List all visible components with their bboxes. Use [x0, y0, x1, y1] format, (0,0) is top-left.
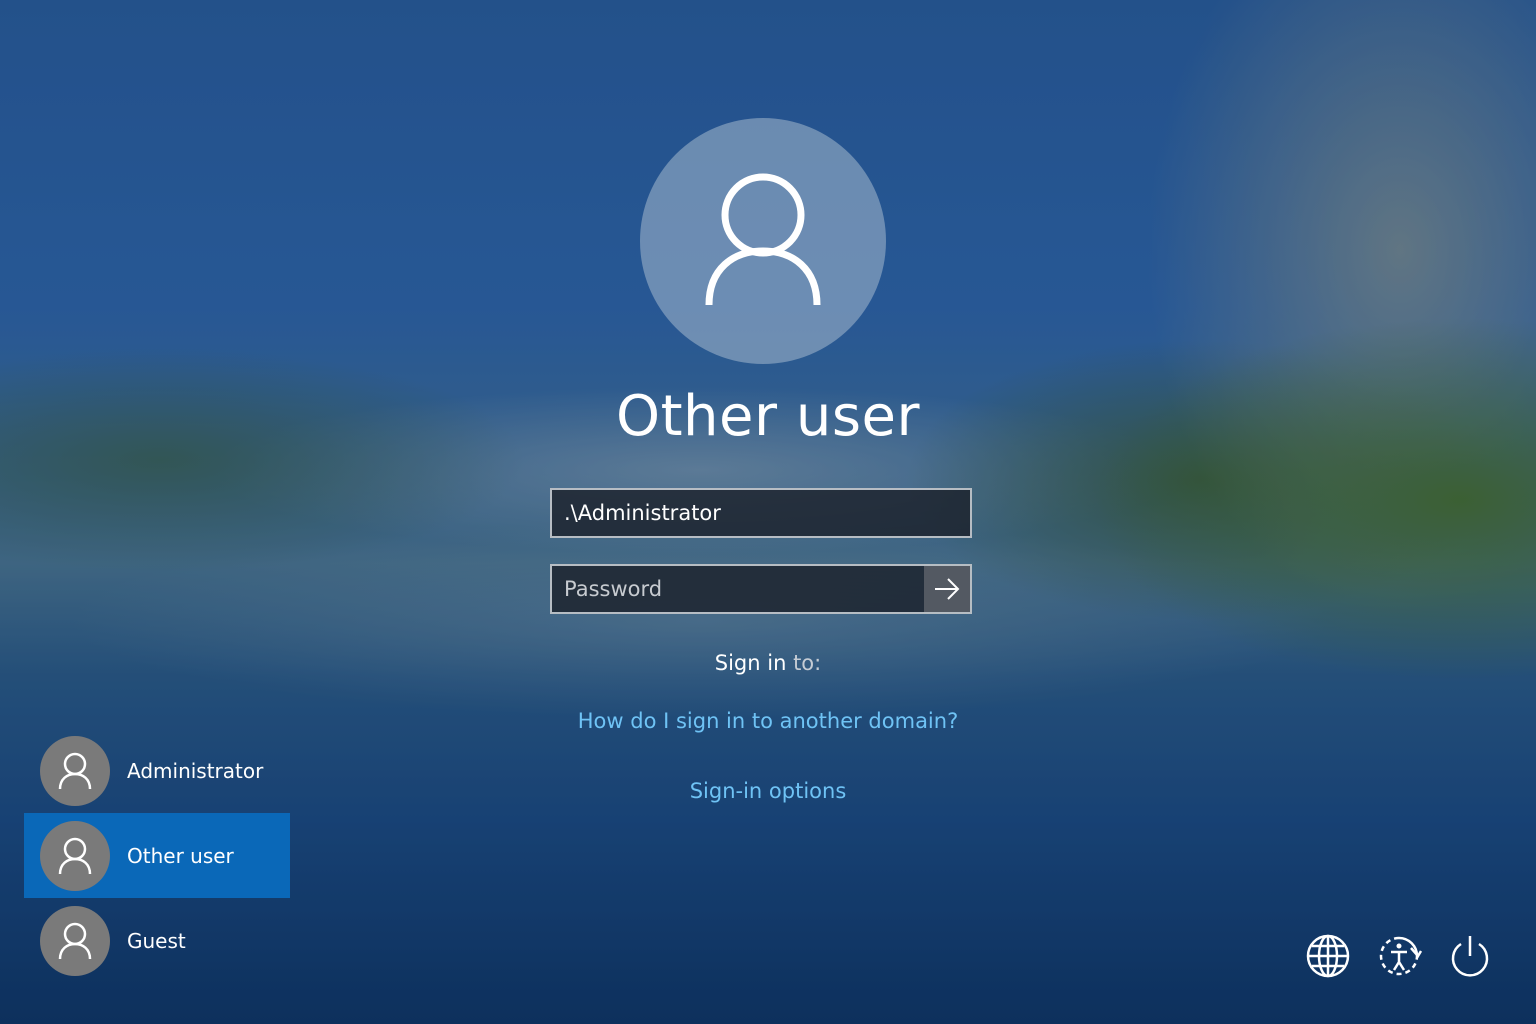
- globe-icon: [1306, 934, 1350, 978]
- user-icon: [58, 922, 92, 959]
- user-switcher-list: Administrator Other user Guest: [24, 728, 290, 983]
- selected-user-name: Other user: [616, 384, 920, 449]
- user-name: Guest: [127, 928, 186, 953]
- sign-in-to-label: Sign in to:: [0, 651, 1536, 675]
- username-field-container: [550, 488, 972, 538]
- power-button[interactable]: [1446, 932, 1494, 980]
- power-icon: [1451, 936, 1489, 977]
- password-field-container: [550, 564, 972, 614]
- user-name: Other user: [127, 843, 234, 868]
- avatar: [40, 735, 110, 806]
- password-input[interactable]: [552, 566, 924, 612]
- user-item-other-user[interactable]: Other user: [24, 813, 290, 898]
- sign-in-to-suffix: to:: [793, 651, 822, 675]
- network-button[interactable]: [1304, 932, 1352, 980]
- user-icon: [58, 837, 92, 874]
- user-item-administrator[interactable]: Administrator: [24, 728, 290, 813]
- system-icons: [1304, 932, 1494, 980]
- accessibility-button[interactable]: [1375, 932, 1423, 980]
- sign-in-text: Sign in: [714, 651, 787, 675]
- ease-of-access-icon: [1379, 936, 1423, 976]
- user-icon: [58, 752, 92, 789]
- submit-arrow-button[interactable]: [924, 566, 970, 612]
- user-icon: [705, 173, 821, 306]
- username-input[interactable]: [552, 490, 970, 536]
- arrow-right-icon: [935, 578, 960, 600]
- avatar: [40, 820, 110, 891]
- user-item-guest[interactable]: Guest: [24, 898, 290, 983]
- user-name: Administrator: [127, 758, 264, 783]
- large-user-avatar: [640, 118, 886, 364]
- avatar: [40, 905, 110, 976]
